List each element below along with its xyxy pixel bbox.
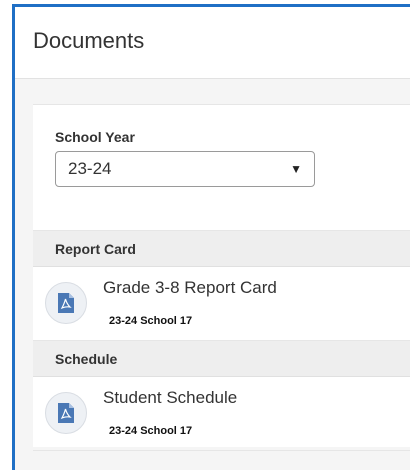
school-year-filter: School Year 23-24 ▼ [33, 105, 410, 231]
document-item-report-card[interactable]: Grade 3-8 Report Card 23-24 School 17 [33, 267, 410, 341]
documents-panel: Documents School Year 23-24 ▼ Report Car… [12, 4, 410, 470]
page-title: Documents [33, 27, 145, 53]
section-header-schedule: Schedule [33, 341, 410, 377]
dropdown-caret-icon: ▼ [290, 162, 302, 176]
school-year-selected-value: 23-24 [68, 159, 112, 178]
school-year-select[interactable]: 23-24 ▼ [55, 151, 315, 187]
pdf-icon [45, 392, 87, 434]
document-item-schedule[interactable]: Student Schedule 23-24 School 17 [33, 377, 410, 451]
documents-card: School Year 23-24 ▼ Report Card Grade 3-… [33, 104, 410, 451]
school-year-label: School Year [55, 129, 135, 145]
document-subtitle: 23-24 School 17 [109, 425, 193, 437]
document-title[interactable]: Grade 3-8 Report Card [103, 278, 277, 298]
page-header: Documents [15, 7, 410, 79]
section-header-report-card: Report Card [33, 231, 410, 267]
document-title[interactable]: Student Schedule [103, 388, 237, 408]
pdf-icon [45, 282, 87, 324]
document-subtitle: 23-24 School 17 [109, 315, 193, 327]
